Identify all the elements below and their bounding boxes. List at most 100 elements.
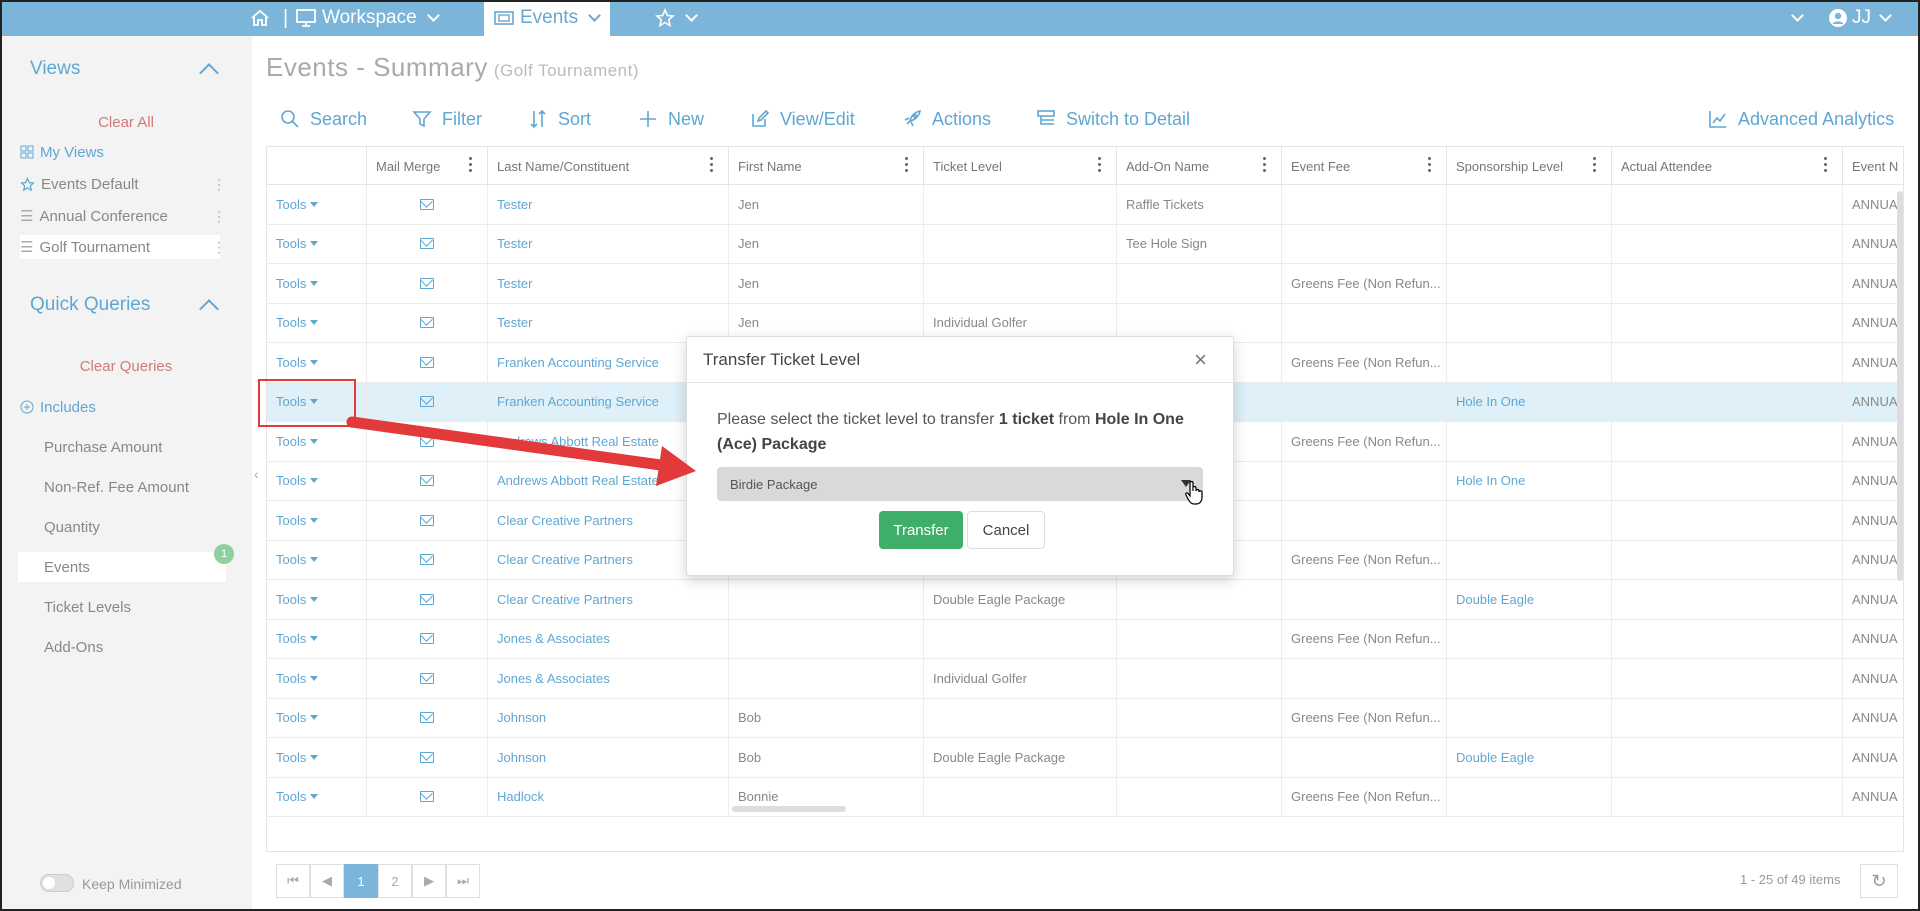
collapse-queries-icon[interactable]: [199, 299, 219, 319]
tools-dropdown[interactable]: Tools: [276, 355, 318, 370]
clear-queries-link[interactable]: Clear Queries: [0, 358, 252, 375]
search-button[interactable]: Search: [280, 106, 367, 132]
last-name-cell[interactable]: Tester: [488, 264, 729, 303]
clear-all-link[interactable]: Clear All: [0, 114, 252, 131]
tools-dropdown[interactable]: Tools: [276, 631, 318, 646]
next-page-button[interactable]: ▶: [412, 864, 446, 898]
query-purchase-amount[interactable]: Purchase Amount: [44, 439, 162, 456]
sidebar-item-events-default[interactable]: Events Default ⋮: [20, 172, 226, 196]
envelope-icon[interactable]: [420, 751, 434, 763]
table-row[interactable]: Tools Johnson Bob Double Eagle Package Doubl…: [267, 738, 1903, 778]
switch-to-detail-button[interactable]: Switch to Detail: [1036, 106, 1190, 132]
view-edit-button[interactable]: View/Edit: [750, 106, 855, 132]
table-row[interactable]: Tools Jones & Associates Greens Fee (Non R…: [267, 619, 1903, 659]
filter-button[interactable]: Filter: [412, 106, 482, 132]
tools-dropdown[interactable]: Tools: [276, 671, 318, 686]
sponsorship-cell[interactable]: Hole In One: [1447, 461, 1612, 500]
tools-dropdown[interactable]: Tools: [276, 789, 318, 804]
column-menu-icon[interactable]: [710, 157, 714, 173]
last-name-cell[interactable]: Jones & Associates: [488, 619, 729, 658]
envelope-icon[interactable]: [420, 554, 434, 566]
page-2-button[interactable]: 2: [378, 864, 412, 898]
table-row[interactable]: Tools Tester Jen Raffle Tickets ANNUA: [267, 185, 1903, 225]
tools-dropdown[interactable]: Tools: [276, 513, 318, 528]
header-ticket-level[interactable]: Ticket Level: [924, 147, 1117, 185]
sponsorship-cell[interactable]: Hole In One: [1447, 382, 1612, 421]
table-row[interactable]: Tools Tester Jen Tee Hole Sign ANNUA: [267, 224, 1903, 264]
header-last-name[interactable]: Last Name/Constituent: [488, 147, 729, 185]
query-quantity[interactable]: Quantity: [44, 519, 100, 536]
ticket-level-select[interactable]: Birdie Package: [717, 467, 1203, 501]
last-name-cell[interactable]: Jones & Associates: [488, 659, 729, 698]
tools-dropdown[interactable]: Tools: [276, 434, 318, 449]
header-add-on-name[interactable]: Add-On Name: [1117, 147, 1282, 185]
sidebar-item-golf-tournament[interactable]: ☰ Golf Tournament ⋮: [20, 235, 226, 259]
transfer-button[interactable]: Transfer: [879, 511, 963, 549]
column-menu-icon[interactable]: [1263, 157, 1267, 173]
kebab-menu-icon[interactable]: ⋮: [212, 208, 226, 225]
last-name-cell[interactable]: Johnson: [488, 738, 729, 777]
tools-dropdown[interactable]: Tools: [276, 473, 318, 488]
query-events[interactable]: Events: [18, 552, 226, 582]
query-non-ref-fee-amount[interactable]: Non-Ref. Fee Amount: [44, 479, 189, 496]
tools-dropdown[interactable]: Tools: [276, 197, 318, 212]
tools-dropdown[interactable]: Tools: [276, 750, 318, 765]
header-mail-merge[interactable]: Mail Merge: [367, 147, 488, 185]
table-row[interactable]: Tools Tester Jen Greens Fee (Non Refun... AN…: [267, 264, 1903, 304]
home-icon[interactable]: [250, 0, 270, 36]
advanced-analytics-button[interactable]: Advanced Analytics: [1708, 106, 1894, 132]
query-ticket-levels[interactable]: Ticket Levels: [44, 599, 131, 616]
header-sponsorship-level[interactable]: Sponsorship Level: [1447, 147, 1612, 185]
page-1-button[interactable]: 1: [344, 864, 378, 898]
collapse-sidebar-icon[interactable]: ‹: [254, 466, 259, 482]
envelope-icon[interactable]: [420, 791, 434, 803]
column-menu-icon[interactable]: [469, 157, 473, 173]
refresh-icon[interactable]: ↻: [1860, 864, 1898, 898]
close-icon[interactable]: ×: [1194, 347, 1207, 373]
includes-toggle[interactable]: Includes: [20, 395, 220, 419]
new-button[interactable]: New: [638, 106, 704, 132]
events-tab[interactable]: Events: [484, 0, 610, 36]
collapse-views-icon[interactable]: [199, 63, 219, 83]
column-menu-icon[interactable]: [1428, 157, 1432, 173]
tools-dropdown[interactable]: Tools: [276, 710, 318, 725]
keep-minimized-toggle[interactable]: [40, 874, 74, 892]
header-event-fee[interactable]: Event Fee: [1282, 147, 1447, 185]
first-page-button[interactable]: ⏮: [276, 864, 310, 898]
envelope-icon[interactable]: [420, 712, 434, 724]
tools-dropdown[interactable]: Tools: [276, 592, 318, 607]
last-name-cell[interactable]: Johnson: [488, 698, 729, 737]
cancel-button[interactable]: Cancel: [967, 511, 1045, 549]
envelope-icon[interactable]: [420, 514, 434, 526]
column-menu-icon[interactable]: [1098, 157, 1102, 173]
header-first-name[interactable]: First Name: [729, 147, 924, 185]
envelope-icon[interactable]: [420, 435, 434, 447]
table-row[interactable]: Tools Johnson Bob Greens Fee (Non Refun... A…: [267, 698, 1903, 738]
user-menu[interactable]: JJ: [1828, 0, 1892, 36]
horizontal-scrollbar[interactable]: [732, 806, 846, 812]
envelope-icon[interactable]: [420, 475, 434, 487]
table-row[interactable]: Tools Clear Creative Partners Double Eagle…: [267, 580, 1903, 620]
prev-page-button[interactable]: ◀: [310, 864, 344, 898]
envelope-icon[interactable]: [420, 317, 434, 329]
kebab-menu-icon[interactable]: ⋮: [212, 176, 226, 193]
sidebar-item-annual-conference[interactable]: ☰ Annual Conference ⋮: [20, 204, 226, 228]
envelope-icon[interactable]: [420, 238, 434, 250]
envelope-icon[interactable]: [420, 198, 434, 210]
column-menu-icon[interactable]: [905, 157, 909, 173]
kebab-menu-icon[interactable]: ⋮: [212, 239, 226, 256]
column-menu-icon[interactable]: [1593, 157, 1597, 173]
table-row[interactable]: Tools Jones & Associates Individual Golfer…: [267, 659, 1903, 699]
last-name-cell[interactable]: Tester: [488, 224, 729, 263]
column-menu-icon[interactable]: [1824, 157, 1828, 173]
envelope-icon[interactable]: [420, 356, 434, 368]
sponsorship-cell[interactable]: Double Eagle: [1447, 738, 1612, 777]
vertical-scrollbar[interactable]: [1897, 191, 1903, 581]
more-menu[interactable]: [1787, 0, 1804, 36]
header-actual-attendee[interactable]: Actual Attendee: [1612, 147, 1843, 185]
tools-dropdown[interactable]: Tools: [276, 552, 318, 567]
tools-dropdown[interactable]: Tools: [276, 315, 318, 330]
sidebar-item-my-views[interactable]: My Views: [20, 140, 220, 164]
actions-button[interactable]: Actions: [902, 106, 991, 132]
envelope-icon[interactable]: [420, 277, 434, 289]
